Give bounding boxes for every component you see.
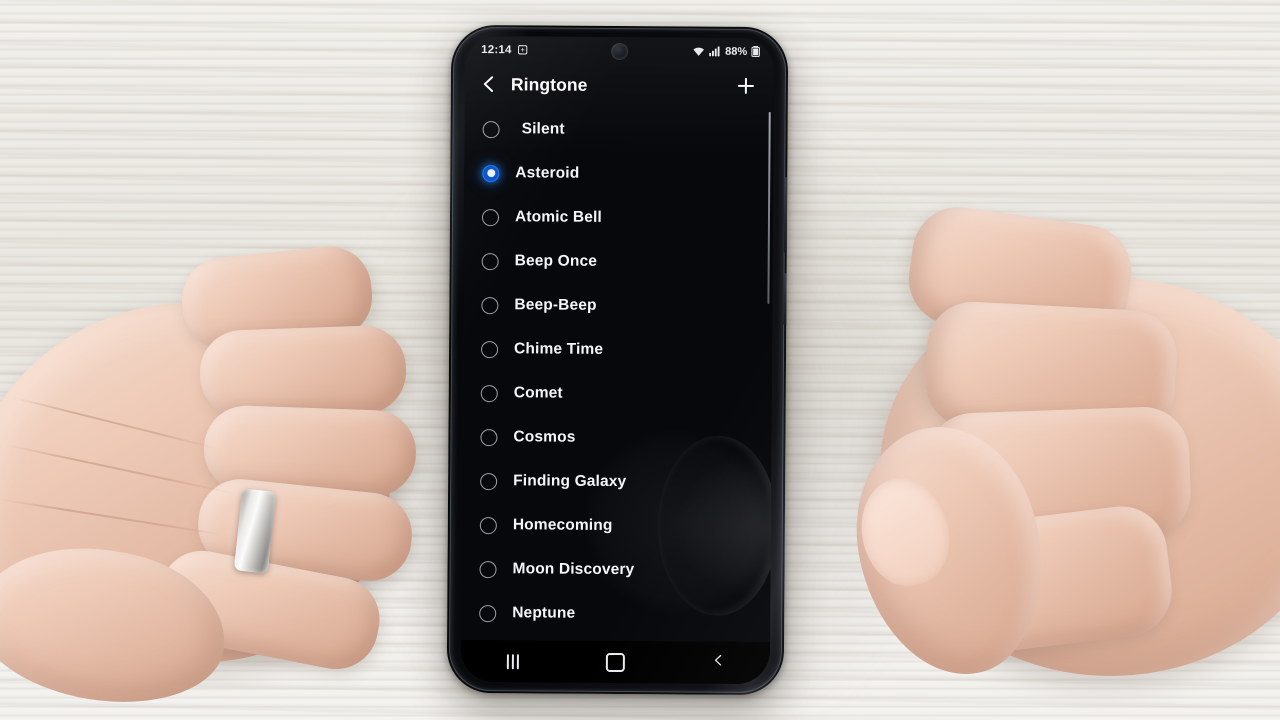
radio-button[interactable] bbox=[479, 604, 497, 622]
navigation-bar bbox=[460, 639, 771, 685]
smartphone: 12:14 88% Ringtone Silent Asteroid Atomi… bbox=[446, 24, 789, 696]
home-button[interactable] bbox=[587, 641, 643, 683]
ringtone-label: Finding Galaxy bbox=[513, 472, 627, 491]
radio-button[interactable] bbox=[481, 340, 499, 358]
radio-button[interactable] bbox=[480, 428, 498, 446]
front-camera-icon bbox=[611, 42, 629, 61]
ringtone-label: Neptune bbox=[512, 604, 576, 622]
status-bar-right: 88% bbox=[692, 45, 760, 57]
app-bar: Ringtone bbox=[465, 63, 774, 107]
ringtone-label: Atomic Bell bbox=[514, 208, 602, 226]
signal-bars-icon bbox=[709, 46, 721, 57]
radio-button[interactable] bbox=[481, 252, 499, 270]
ringtone-label: Beep Once bbox=[514, 252, 598, 270]
radio-button[interactable] bbox=[479, 560, 497, 578]
radio-button[interactable] bbox=[481, 208, 500, 226]
status-bar-left: 12:14 bbox=[481, 44, 529, 56]
status-time: 12:14 bbox=[481, 43, 512, 56]
ringtone-row[interactable]: Atomic Bell bbox=[464, 195, 773, 241]
radio-button[interactable] bbox=[480, 472, 498, 490]
radio-button[interactable] bbox=[479, 516, 497, 534]
plus-icon[interactable] bbox=[734, 74, 758, 98]
ringtone-row[interactable]: Cosmos bbox=[462, 415, 771, 461]
recent-apps-icon bbox=[506, 653, 519, 669]
radio-button[interactable] bbox=[482, 120, 500, 138]
home-icon bbox=[605, 652, 625, 672]
ringtone-row[interactable]: Comet bbox=[463, 371, 772, 417]
phone-screen: 12:14 88% Ringtone Silent Asteroid Atomi… bbox=[460, 35, 775, 685]
ringtone-label: Chime Time bbox=[514, 340, 604, 358]
left-finger-middle bbox=[198, 324, 408, 420]
battery-percent-label: 88% bbox=[725, 45, 748, 58]
ringtone-label: Asteroid bbox=[515, 164, 580, 182]
ringtone-row[interactable]: Chime Time bbox=[463, 327, 772, 373]
ringtone-row[interactable]: Beep Once bbox=[464, 239, 773, 285]
alarm-icon bbox=[518, 44, 529, 55]
ringtone-label: Silent bbox=[521, 120, 565, 138]
ringtone-row[interactable]: Finding Galaxy bbox=[462, 459, 771, 505]
ringtone-row[interactable]: Asteroid bbox=[464, 151, 773, 197]
wifi-icon bbox=[692, 46, 705, 57]
ringtone-row[interactable]: Beep-Beep bbox=[463, 283, 772, 329]
ringtone-row[interactable]: Moon Discovery bbox=[461, 547, 770, 593]
ringtone-list[interactable]: Silent Asteroid Atomic Bell Beep Once Beep-B… bbox=[461, 105, 774, 637]
back-chevron-icon[interactable] bbox=[478, 73, 500, 95]
radio-button-selected[interactable] bbox=[482, 164, 500, 182]
ringtone-label: Beep-Beep bbox=[514, 296, 597, 314]
recent-apps-button[interactable] bbox=[484, 640, 540, 682]
scene: 12:14 88% Ringtone Silent Asteroid Atomi… bbox=[0, 0, 1280, 720]
right-hand bbox=[780, 196, 1280, 716]
back-button[interactable] bbox=[690, 642, 746, 684]
ringtone-label: Comet bbox=[513, 384, 563, 402]
radio-button[interactable] bbox=[481, 296, 499, 314]
radio-button[interactable] bbox=[480, 384, 498, 402]
ringtone-label: Homecoming bbox=[512, 516, 613, 534]
ringtone-row[interactable]: Neptune bbox=[461, 591, 770, 637]
page-title: Ringtone bbox=[510, 73, 588, 95]
ringtone-label: Cosmos bbox=[513, 428, 576, 446]
battery-icon bbox=[751, 46, 760, 57]
left-hand bbox=[0, 232, 450, 720]
back-icon bbox=[711, 652, 726, 674]
ringtone-row[interactable]: Homecoming bbox=[462, 503, 771, 549]
ringtone-row[interactable]: Silent bbox=[464, 107, 773, 153]
ringtone-label: Moon Discovery bbox=[512, 560, 635, 579]
